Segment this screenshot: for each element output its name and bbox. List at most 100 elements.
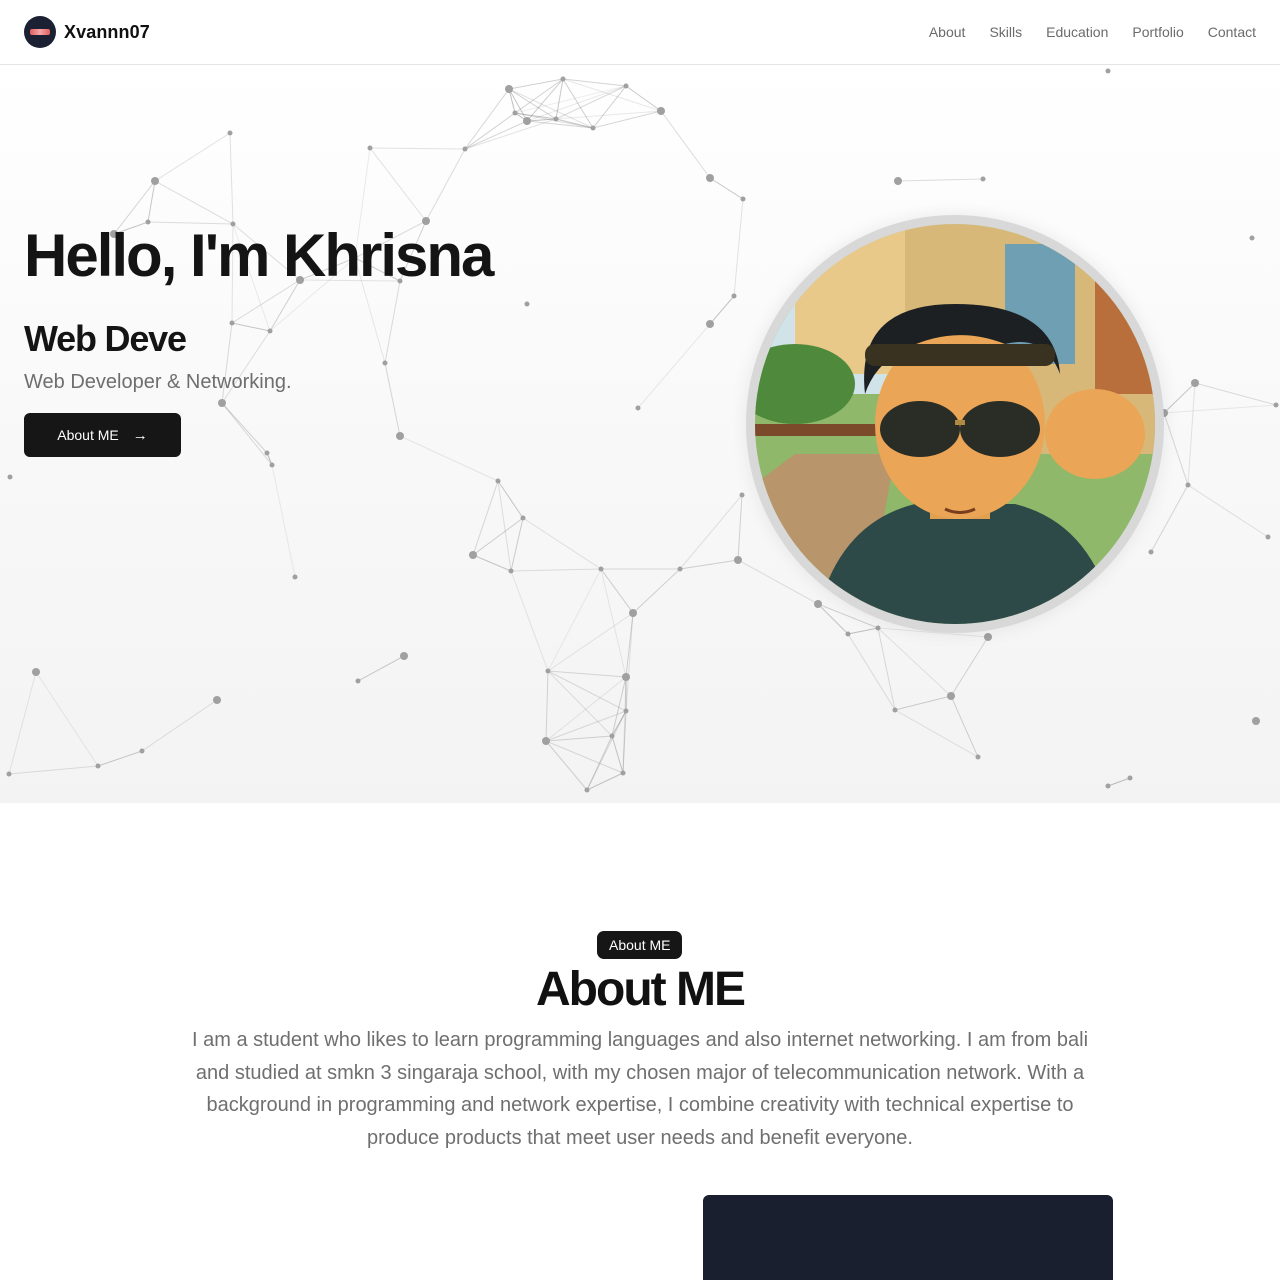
network-line [231, 322, 271, 332]
network-node [635, 405, 641, 411]
profile-avatar [755, 224, 1155, 624]
main-nav: About Skills Education Portfolio Contact [929, 24, 1256, 40]
network-node [1252, 717, 1260, 725]
network-node [814, 600, 822, 608]
network-line [1163, 404, 1277, 414]
network-node [706, 320, 714, 328]
about-card [703, 1195, 1113, 1280]
network-node [524, 301, 530, 307]
network-line [545, 676, 627, 742]
network-node [95, 763, 101, 769]
network-line [1150, 484, 1189, 553]
network-node [734, 556, 742, 564]
brand-link[interactable]: Xvannn07 [24, 16, 150, 48]
network-node [1148, 549, 1154, 555]
network-line [97, 750, 143, 767]
network-line [547, 670, 627, 712]
network-node [523, 117, 531, 125]
network-node [560, 76, 566, 82]
network-node [229, 320, 235, 326]
network-node [657, 107, 665, 115]
network-node [545, 668, 551, 674]
network-line [508, 78, 564, 90]
network-line [508, 88, 528, 122]
network-node [1185, 482, 1191, 488]
network-line [271, 464, 296, 578]
network-line [737, 494, 743, 561]
network-line [35, 671, 99, 767]
network-line [562, 78, 662, 112]
network-line [154, 180, 234, 225]
network-node [892, 707, 898, 713]
network-line [1163, 412, 1189, 486]
network-line [611, 735, 624, 774]
network-node [382, 360, 388, 366]
about-me-button[interactable]: About ME → [24, 413, 181, 457]
network-line [547, 612, 634, 672]
network-node [706, 174, 714, 182]
nav-education[interactable]: Education [1046, 24, 1108, 40]
network-node [1265, 534, 1271, 540]
hero-section: Hello, I'm Khrisna Web Deve Web Develope… [0, 65, 1280, 803]
network-line [555, 78, 564, 120]
network-line [733, 198, 744, 297]
network-node [1191, 379, 1199, 387]
network-node [584, 787, 590, 793]
network-line [384, 280, 401, 364]
network-node [355, 678, 361, 684]
network-line [600, 568, 627, 678]
network-line [950, 636, 989, 697]
network-node [609, 733, 615, 739]
network-node [623, 83, 629, 89]
network-line [847, 627, 879, 635]
network-line [877, 627, 952, 697]
network-line [357, 655, 405, 682]
network-line [545, 735, 613, 742]
network-line [221, 402, 273, 466]
network-node [396, 432, 404, 440]
network-line [545, 740, 588, 791]
nav-skills[interactable]: Skills [989, 24, 1022, 40]
network-line [625, 85, 662, 112]
network-line [660, 110, 711, 179]
network-line [679, 494, 743, 570]
hero-subtitle: Web Developer & Networking. [24, 371, 292, 393]
network-node [598, 566, 604, 572]
network-line [464, 88, 510, 150]
network-node [505, 85, 513, 93]
network-node [264, 450, 270, 456]
network-node [894, 177, 902, 185]
network-line [522, 517, 602, 570]
network-node [151, 177, 159, 185]
hero-typed-text: Web Deve [24, 318, 187, 359]
network-line [497, 480, 512, 572]
network-node [1105, 68, 1111, 74]
network-line [221, 402, 268, 454]
network-node [553, 116, 559, 122]
network-line [632, 568, 681, 614]
network-node [139, 748, 145, 754]
network-node [622, 673, 630, 681]
network-line [877, 627, 896, 711]
network-line [384, 362, 401, 437]
network-line [709, 295, 735, 325]
network-line [497, 480, 524, 519]
about-description: I am a student who likes to learn progra… [191, 1029, 1089, 1150]
network-node [292, 574, 298, 580]
network-node [1273, 402, 1279, 408]
network-line [847, 633, 896, 711]
network-line [545, 740, 624, 774]
network-node [400, 652, 408, 660]
network-line [545, 670, 549, 742]
network-node [980, 176, 986, 182]
network-line [1163, 382, 1196, 414]
network-node [947, 692, 955, 700]
network-node [512, 110, 518, 116]
nav-contact[interactable]: Contact [1208, 24, 1256, 40]
nav-about[interactable]: About [929, 24, 966, 40]
network-node [677, 566, 683, 572]
network-line [464, 118, 557, 150]
network-line [709, 177, 744, 200]
network-node [629, 609, 637, 617]
nav-portfolio[interactable]: Portfolio [1132, 24, 1183, 40]
